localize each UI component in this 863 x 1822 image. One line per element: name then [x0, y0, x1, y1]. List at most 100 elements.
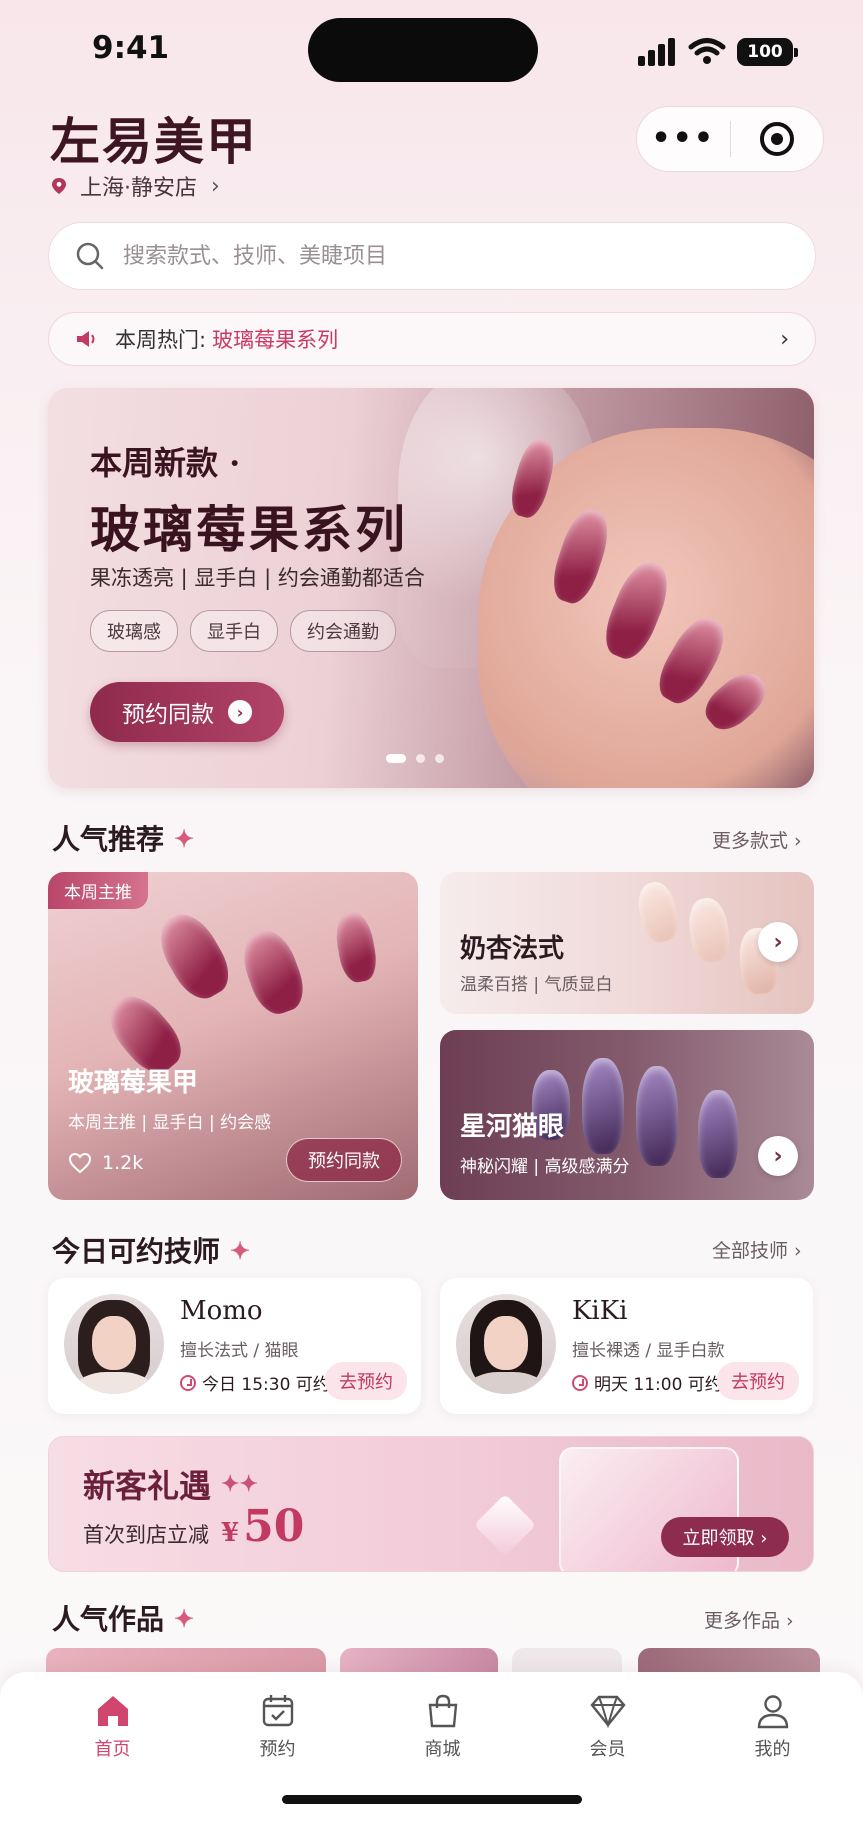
tab-label: 商城	[424, 1739, 461, 1760]
style-desc: 温柔百搭 | 气质显白	[460, 975, 613, 995]
section-title-popular: 人气推荐 ✦	[52, 818, 194, 858]
chevron-right-icon: ›	[780, 326, 789, 352]
sparkle-icon: ✦	[174, 823, 195, 853]
style-card-galaxy-cat-eye[interactable]: 星河猫眼 神秘闪耀 | 高级感满分 ›	[440, 1030, 814, 1200]
tech-skill: 擅长法式 / 猫眼	[180, 1341, 299, 1361]
hero-tag: 显手白	[190, 610, 278, 652]
tech-time: 今日 15:30 可约	[202, 1375, 330, 1395]
style-card-milky-french[interactable]: 奶杏法式 温柔百搭 | 气质显白 ›	[440, 872, 814, 1014]
featured-style-name: 玻璃莓果甲	[68, 1068, 199, 1098]
tab-label: 首页	[94, 1739, 131, 1760]
book-same-style-label: 预约同款	[122, 702, 214, 728]
book-same-style-button[interactable]: 预约同款 ›	[90, 682, 284, 742]
tech-time: 明天 11:00 可约	[594, 1375, 722, 1395]
book-tech-button[interactable]: 去预约	[717, 1362, 799, 1400]
app-screen: 9:41 100 左易美甲 上海·静安店 › ••• 本周热门: 玻璃莓果系列 …	[0, 0, 863, 1822]
search-icon	[76, 242, 104, 270]
notice-label: 本周热门:	[115, 328, 207, 352]
tech-availability: 明天 11:00 可约	[572, 1370, 722, 1395]
status-bar: 9:41 100	[0, 0, 863, 100]
store-location-selector[interactable]: 上海·静安店 ›	[50, 170, 220, 202]
all-techs-link[interactable]: 全部技师 ›	[712, 1236, 802, 1263]
carousel-indicator	[386, 754, 444, 763]
style-name: 奶杏法式	[460, 934, 565, 964]
tab-label: 预约	[259, 1739, 296, 1760]
bag-icon	[428, 1694, 457, 1728]
close-miniprogram-icon[interactable]	[731, 122, 824, 156]
more-options-icon[interactable]: •••	[637, 124, 730, 154]
home-indicator	[282, 1795, 582, 1804]
diamond-icon	[589, 1695, 626, 1729]
style-desc: 神秘闪耀 | 高级感满分	[460, 1157, 630, 1177]
miniprogram-capsule: •••	[636, 106, 824, 172]
section-title-label: 今日可约技师	[52, 1235, 221, 1268]
promo-title-label: 新客礼遇	[83, 1467, 212, 1505]
style-name: 星河猫眼	[460, 1112, 565, 1142]
book-same-style-button[interactable]: 预约同款	[286, 1138, 402, 1182]
tech-availability: 今日 15:30 可约	[180, 1370, 330, 1395]
search-input[interactable]	[123, 243, 743, 269]
tab-shop[interactable]: 商城	[360, 1672, 525, 1782]
search-bar[interactable]	[48, 222, 816, 290]
promo-currency: ¥	[221, 1518, 240, 1548]
hot-notice-bar[interactable]: 本周热门: 玻璃莓果系列 ›	[48, 312, 816, 366]
avatar	[456, 1294, 556, 1394]
tech-card[interactable]: KiKi 擅长裸透 / 显手白款 明天 11:00 可约 去预约	[440, 1278, 813, 1414]
section-title-works: 人气作品 ✦	[52, 1598, 194, 1638]
featured-badge: 本周主推	[48, 872, 148, 909]
clock-icon	[572, 1374, 588, 1391]
clock-icon	[180, 1374, 196, 1391]
tab-label: 会员	[589, 1739, 626, 1760]
hero-kicker: 本周新款 ·	[90, 444, 241, 482]
section-title-label: 人气推荐	[52, 823, 165, 856]
carousel-dot[interactable]	[435, 754, 444, 763]
featured-style-desc: 本周主推 | 显手白 | 约会感	[68, 1113, 272, 1133]
heart-icon	[68, 1152, 92, 1174]
store-location-label: 上海·静安店	[80, 176, 197, 201]
nail-image	[698, 1090, 738, 1178]
location-pin-icon	[52, 178, 66, 194]
home-icon	[97, 1696, 128, 1726]
featured-style-card[interactable]: 本周主推 玻璃莓果甲 本周主推 | 显手白 | 约会感 1.2k 预约同款	[48, 872, 418, 1200]
sparkle-icon: ✦✦	[221, 1471, 258, 1497]
section-title-techs: 今日可约技师 ✦	[52, 1230, 250, 1270]
promo-text: 首次到店立减	[83, 1523, 209, 1547]
chevron-right-icon[interactable]: ›	[758, 1136, 798, 1176]
carousel-dot[interactable]	[416, 754, 425, 763]
like-counter[interactable]: 1.2k	[68, 1152, 143, 1174]
hero-tag: 约会通勤	[290, 610, 396, 652]
notice-highlight: 玻璃莓果系列	[212, 328, 339, 352]
tech-skill: 擅长裸透 / 显手白款	[572, 1341, 725, 1361]
nail-image	[685, 895, 733, 965]
claim-coupon-button[interactable]: 立即领取 ›	[661, 1517, 789, 1557]
promo-amount-value: 50	[243, 1501, 305, 1552]
tab-home[interactable]: 首页	[30, 1672, 195, 1782]
user-icon	[757, 1695, 788, 1729]
tech-card[interactable]: Momo 擅长法式 / 猫眼 今日 15:30 可约 去预约	[48, 1278, 421, 1414]
chevron-right-icon[interactable]: ›	[758, 922, 798, 962]
new-customer-promo-banner[interactable]: 新客礼遇 ✦✦ 首次到店立减 ¥ 50 立即领取 ›	[48, 1436, 814, 1572]
hero-tag: 玻璃感	[90, 610, 178, 652]
tab-profile[interactable]: 我的	[690, 1672, 855, 1782]
book-tech-button[interactable]: 去预约	[325, 1362, 407, 1400]
tab-membership[interactable]: 会员	[525, 1672, 690, 1782]
nail-image	[634, 878, 682, 946]
like-count: 1.2k	[102, 1152, 144, 1174]
gem-image	[473, 1493, 537, 1557]
sparkle-icon: ✦	[230, 1235, 251, 1265]
section-title-label: 人气作品	[52, 1603, 165, 1636]
tech-name: Momo	[180, 1296, 263, 1326]
signal-icon	[638, 36, 676, 66]
carousel-dot-active[interactable]	[386, 754, 406, 763]
nail-image	[332, 909, 380, 985]
chevron-right-icon: ›	[211, 173, 220, 199]
hero-banner[interactable]: 本周新款 · 玻璃莓果系列 果冻透亮 | 显手白 | 约会通勤都适合 玻璃感 显…	[48, 388, 814, 788]
nail-image	[235, 923, 311, 1021]
more-works-link[interactable]: 更多作品 ›	[704, 1606, 794, 1633]
sparkle-icon: ✦	[174, 1603, 195, 1633]
more-styles-link[interactable]: 更多款式 ›	[712, 826, 802, 853]
brand-title: 左易美甲	[50, 112, 258, 171]
dynamic-island	[308, 18, 538, 82]
tech-name: KiKi	[572, 1296, 628, 1326]
tab-booking[interactable]: 预约	[195, 1672, 360, 1782]
